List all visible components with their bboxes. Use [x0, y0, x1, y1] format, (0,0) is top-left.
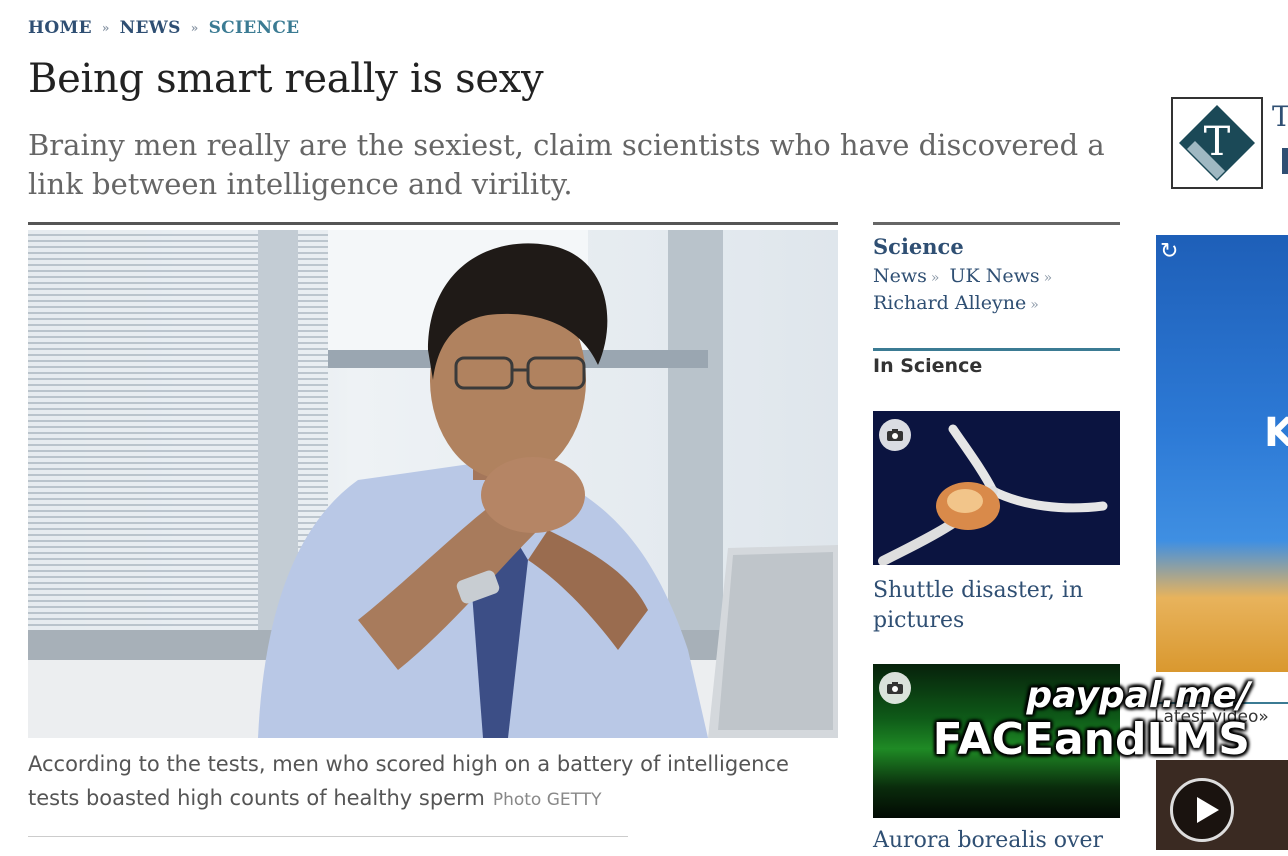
replay-icon[interactable]: ↻ — [1160, 239, 1178, 264]
article-standfirst: Brainy men really are the sexiest, claim… — [28, 128, 1105, 201]
section-link-author[interactable]: Richard Alleyne — [873, 292, 1026, 314]
article-hero-image — [28, 230, 838, 738]
divider — [873, 348, 1120, 351]
telegraph-logo: T — [1171, 97, 1263, 189]
watermark-overlay: paypal.me/ FACEandLMS — [900, 676, 1280, 764]
divider — [873, 222, 1120, 225]
section-links: News» UK News» Richard Alleyne» — [873, 264, 1123, 318]
link-arrow: » — [1043, 270, 1053, 286]
logo-wordmark-fragment — [1282, 148, 1288, 174]
gallery-caption-link[interactable]: Shuttle disaster, in pictures — [873, 576, 1113, 636]
logo-emblem-icon: T — [1179, 105, 1255, 181]
breadcrumb-separator: » — [190, 21, 199, 35]
caption-text: According to the tests, men who scored h… — [28, 752, 789, 810]
section-link-news[interactable]: News — [873, 265, 927, 287]
link-arrow: » — [930, 270, 940, 286]
watermark-line-2: FACEandLMS — [932, 714, 1250, 765]
gallery-caption-link[interactable]: Aurora borealis over — [873, 826, 1113, 856]
shuttle-gallery-thumbnail[interactable] — [873, 411, 1120, 565]
photo-credit: Photo GETTY — [492, 790, 602, 810]
breadcrumb-home-link[interactable]: HOME — [28, 18, 92, 38]
section-link-uk-news[interactable]: UK News — [949, 265, 1039, 287]
logo-letter: T — [1204, 119, 1231, 165]
article-title: Being smart really is sexy — [28, 56, 544, 102]
advert-text: K — [1264, 410, 1288, 456]
play-icon[interactable] — [1170, 778, 1234, 842]
divider — [28, 222, 838, 225]
breadcrumb-news-link[interactable]: NEWS — [120, 18, 181, 38]
in-section-heading: In Science — [873, 355, 983, 377]
man-at-desk-photo — [28, 230, 838, 738]
logo-wordmark: T — [1272, 100, 1288, 133]
breadcrumb-separator: » — [101, 21, 110, 35]
breadcrumb-science-link[interactable]: SCIENCE — [209, 18, 300, 38]
link-arrow: » — [1030, 297, 1039, 313]
image-caption: According to the tests, men who scored h… — [28, 747, 828, 817]
watermark-line-1: paypal.me/ — [1026, 675, 1250, 716]
divider — [28, 836, 628, 837]
breadcrumb: HOME » NEWS » SCIENCE — [28, 18, 299, 38]
video-thumbnail[interactable] — [1156, 760, 1288, 850]
section-title-link[interactable]: Science — [873, 234, 964, 259]
camera-icon — [879, 419, 911, 451]
